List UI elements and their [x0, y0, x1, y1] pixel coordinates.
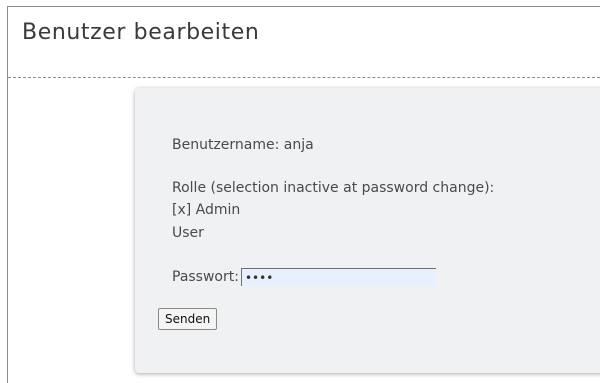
role-heading: Rolle (selection inactive at password ch… — [172, 180, 495, 196]
edit-user-form-panel: Benutzername: anja Rolle (selection inac… — [135, 88, 600, 373]
submit-button[interactable]: Senden — [158, 308, 218, 330]
role-option-admin[interactable]: [x] Admin — [172, 201, 240, 219]
page-title: Benutzer bearbeiten — [22, 20, 260, 45]
password-field[interactable] — [240, 268, 436, 286]
username-text: Benutzername: anja — [172, 137, 314, 153]
password-row: Passwort: — [172, 266, 436, 288]
password-label: Passwort: — [172, 269, 239, 285]
role-option-user[interactable]: User — [172, 224, 204, 242]
content-frame: Benutzer bearbeiten Benutzername: anja R… — [7, 6, 600, 383]
title-divider — [8, 77, 600, 78]
